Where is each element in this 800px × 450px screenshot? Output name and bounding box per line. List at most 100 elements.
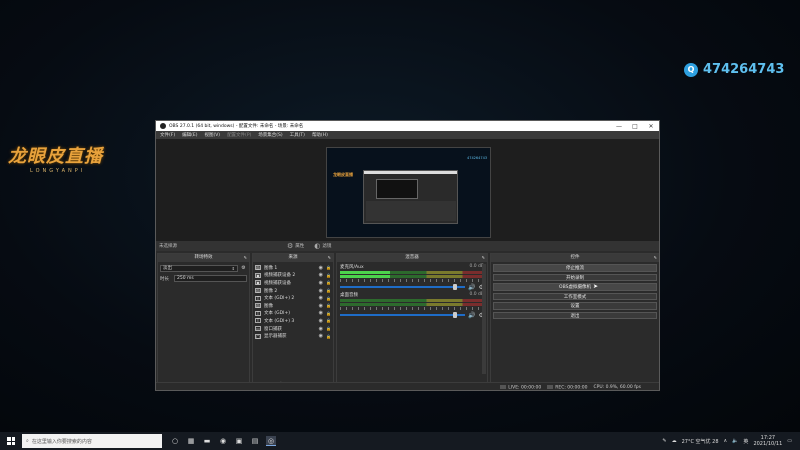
- lock-icon[interactable]: 🔒: [326, 280, 331, 285]
- sources-list: ▨ 图像 1 ◉ 🔒 ▣ 视频捕获设备 2 ◉ 🔒 ▣ 视频捕获设备 ◉ 🔒 ▨ 图像 2 ◉ 🔒 T 文本 (G…: [253, 262, 333, 380]
- controls-dock: 控件 ✎ 停止推流 开始录制 OBS虚拟摄像机 工作室模式 设置 退出: [490, 253, 659, 390]
- volume-icon[interactable]: 🔈: [732, 438, 738, 444]
- eye-icon[interactable]: ◉: [319, 333, 323, 339]
- sources-header: 来源 ✎: [253, 254, 333, 262]
- settings-button[interactable]: 设置: [493, 302, 657, 310]
- widgets-icon[interactable]: ▦: [186, 436, 196, 446]
- ime-indicator[interactable]: 英: [743, 438, 748, 445]
- source-item[interactable]: ▣ 视频捕获设备 2 ◉ 🔒: [253, 272, 333, 280]
- lock-icon[interactable]: 🔒: [326, 318, 331, 323]
- mixer-scrollbar[interactable]: [482, 264, 486, 374]
- taskbar-search[interactable]: ⌕ 在这里输入你要搜索的内容: [22, 434, 162, 448]
- obs-taskbar-icon[interactable]: ◎: [266, 436, 276, 446]
- virtual-camera-button[interactable]: OBS虚拟摄像机: [493, 283, 657, 291]
- lock-icon[interactable]: 🔒: [326, 288, 331, 293]
- source-item[interactable]: ▭ 窗口捕获 ◉ 🔒: [253, 325, 333, 333]
- nested-obs-preview: [363, 170, 458, 224]
- menu-edit[interactable]: 编辑(E): [182, 132, 197, 138]
- lock-icon[interactable]: 🔒: [326, 334, 331, 339]
- weather-text[interactable]: 27°C 空气优 28: [682, 438, 719, 445]
- volume-slider[interactable]: [340, 284, 466, 290]
- source-item[interactable]: T 文本 (GDI+) 3 ◉ 🔒: [253, 317, 333, 325]
- image-icon: ▨: [255, 303, 261, 309]
- dock-float-icon[interactable]: ✎: [654, 254, 657, 262]
- close-button[interactable]: ✕: [643, 123, 659, 130]
- taskbar-clock[interactable]: 17:27 2021/10/11: [753, 435, 782, 447]
- stop-streaming-button[interactable]: 停止推流: [493, 264, 657, 272]
- menu-file[interactable]: 文件(F): [160, 132, 175, 138]
- volume-slider[interactable]: [340, 312, 466, 318]
- image-icon: ▨: [255, 288, 261, 294]
- eye-icon[interactable]: ◉: [319, 265, 323, 271]
- lock-icon[interactable]: 🔒: [326, 265, 331, 270]
- chevron-up-icon[interactable]: ∧: [724, 438, 728, 444]
- source-name: 文本 (GDI+) 3: [264, 318, 295, 324]
- menu-profile[interactable]: 配置文件(P): [227, 132, 251, 138]
- dock-float-icon[interactable]: ✎: [482, 254, 485, 262]
- transition-settings-button[interactable]: ⚙: [240, 265, 247, 272]
- pen-icon[interactable]: ✎: [662, 438, 666, 444]
- source-item[interactable]: T 文本 (GDI+) ◉ 🔒: [253, 310, 333, 318]
- menu-view[interactable]: 视图(V): [204, 132, 220, 138]
- source-item[interactable]: ▨ 图像 2 ◉ 🔒: [253, 287, 333, 295]
- source-name: 视频捕获设备: [264, 280, 291, 286]
- dock-float-icon[interactable]: ✎: [328, 254, 331, 262]
- duration-label: 时长: [160, 276, 169, 282]
- notification-icon[interactable]: ▭: [787, 438, 792, 444]
- weather-icon[interactable]: ☁: [672, 438, 677, 444]
- source-item[interactable]: ▢ 显示器捕获 ◉ 🔒: [253, 332, 333, 340]
- brand-logo: 龙眼皮直播 LONGYANPI: [8, 142, 120, 178]
- eye-icon[interactable]: ◉: [319, 310, 323, 316]
- duration-input[interactable]: 250 ms: [174, 275, 247, 282]
- mixer-channel-mic: 麦克风/Aux0.0 dB 🔊 ⚙: [337, 262, 487, 291]
- transition-select[interactable]: 淡出 ⇕: [160, 265, 238, 272]
- eye-icon[interactable]: ◉: [319, 288, 323, 294]
- controls-header: 控件 ✎: [491, 254, 659, 262]
- stream-preview[interactable]: 龙眼皮直播 474264743: [326, 147, 491, 238]
- start-button[interactable]: [0, 432, 22, 450]
- menu-scene-collection[interactable]: 场景集合(S): [258, 132, 282, 138]
- lock-icon[interactable]: 🔒: [326, 326, 331, 331]
- lock-icon[interactable]: 🔒: [326, 296, 331, 301]
- preview-qq: 474264743: [467, 156, 488, 160]
- mixer-dock: 混音器✎ 麦克风/Aux0.0 dB 🔊 ⚙ 桌面音频0.0 dB: [336, 253, 488, 390]
- lock-icon[interactable]: 🔒: [326, 273, 331, 278]
- source-name: 窗口捕获: [264, 326, 282, 332]
- properties-button[interactable]: ⚙ 属性: [287, 242, 304, 250]
- lock-icon[interactable]: 🔒: [326, 303, 331, 308]
- qq-contact: Q 474264743: [684, 62, 784, 77]
- maximize-button[interactable]: □: [627, 123, 643, 130]
- store-icon[interactable]: ▣: [234, 436, 244, 446]
- docks: 转场特效✎ 淡出⇕ ⚙ 时长 250 ms 转场特效 场景 来源✎ ▨图像 1◉…: [156, 253, 659, 390]
- minimize-button[interactable]: —: [611, 123, 627, 130]
- volume-meter: [340, 299, 484, 302]
- filters-button[interactable]: ◐ 滤镜: [314, 242, 331, 250]
- lock-icon[interactable]: 🔒: [326, 311, 331, 316]
- eye-icon[interactable]: ◉: [319, 295, 323, 301]
- edge-icon[interactable]: ◉: [218, 436, 228, 446]
- logo-chinese: 龙眼皮直播: [8, 146, 103, 167]
- eye-icon[interactable]: ◉: [319, 318, 323, 324]
- start-recording-button[interactable]: 开始录制: [493, 273, 657, 281]
- exit-button[interactable]: 退出: [493, 311, 657, 319]
- menu-help[interactable]: 帮助(H): [312, 132, 328, 138]
- eye-icon[interactable]: ◉: [319, 303, 323, 309]
- task-view-icon[interactable]: ○: [170, 436, 180, 446]
- source-item[interactable]: ▨ 图像 1 ◉ 🔒: [253, 264, 333, 272]
- dock-float-icon[interactable]: ✎: [244, 254, 247, 262]
- eye-icon[interactable]: ◉: [319, 326, 323, 332]
- file-explorer-icon[interactable]: ▬: [202, 436, 212, 446]
- source-item[interactable]: ▣ 视频捕获设备 ◉ 🔒: [253, 279, 333, 287]
- mixer-channel-desktop: 桌面音频0.0 dB 🔊 ⚙: [337, 290, 487, 319]
- source-item[interactable]: T 文本 (GDI+) 2 ◉ 🔒: [253, 294, 333, 302]
- volume-meter: [340, 275, 484, 278]
- menu-tools[interactable]: 工具(T): [290, 132, 305, 138]
- eye-icon[interactable]: ◉: [319, 272, 323, 278]
- monitor-icon: ▢: [255, 333, 261, 339]
- obs-titlebar: OBS 27.0.1 (64 bit, windows) - 配置文件: 未命名…: [156, 121, 659, 131]
- source-item[interactable]: ▨ 图像 ◉ 🔒: [253, 302, 333, 310]
- obs-menubar: 文件(F) 编辑(E) 视图(V) 配置文件(P) 场景集合(S) 工具(T) …: [156, 131, 659, 139]
- app-icon[interactable]: ▤: [250, 436, 260, 446]
- studio-mode-button[interactable]: 工作室模式: [493, 292, 657, 300]
- eye-icon[interactable]: ◉: [319, 280, 323, 286]
